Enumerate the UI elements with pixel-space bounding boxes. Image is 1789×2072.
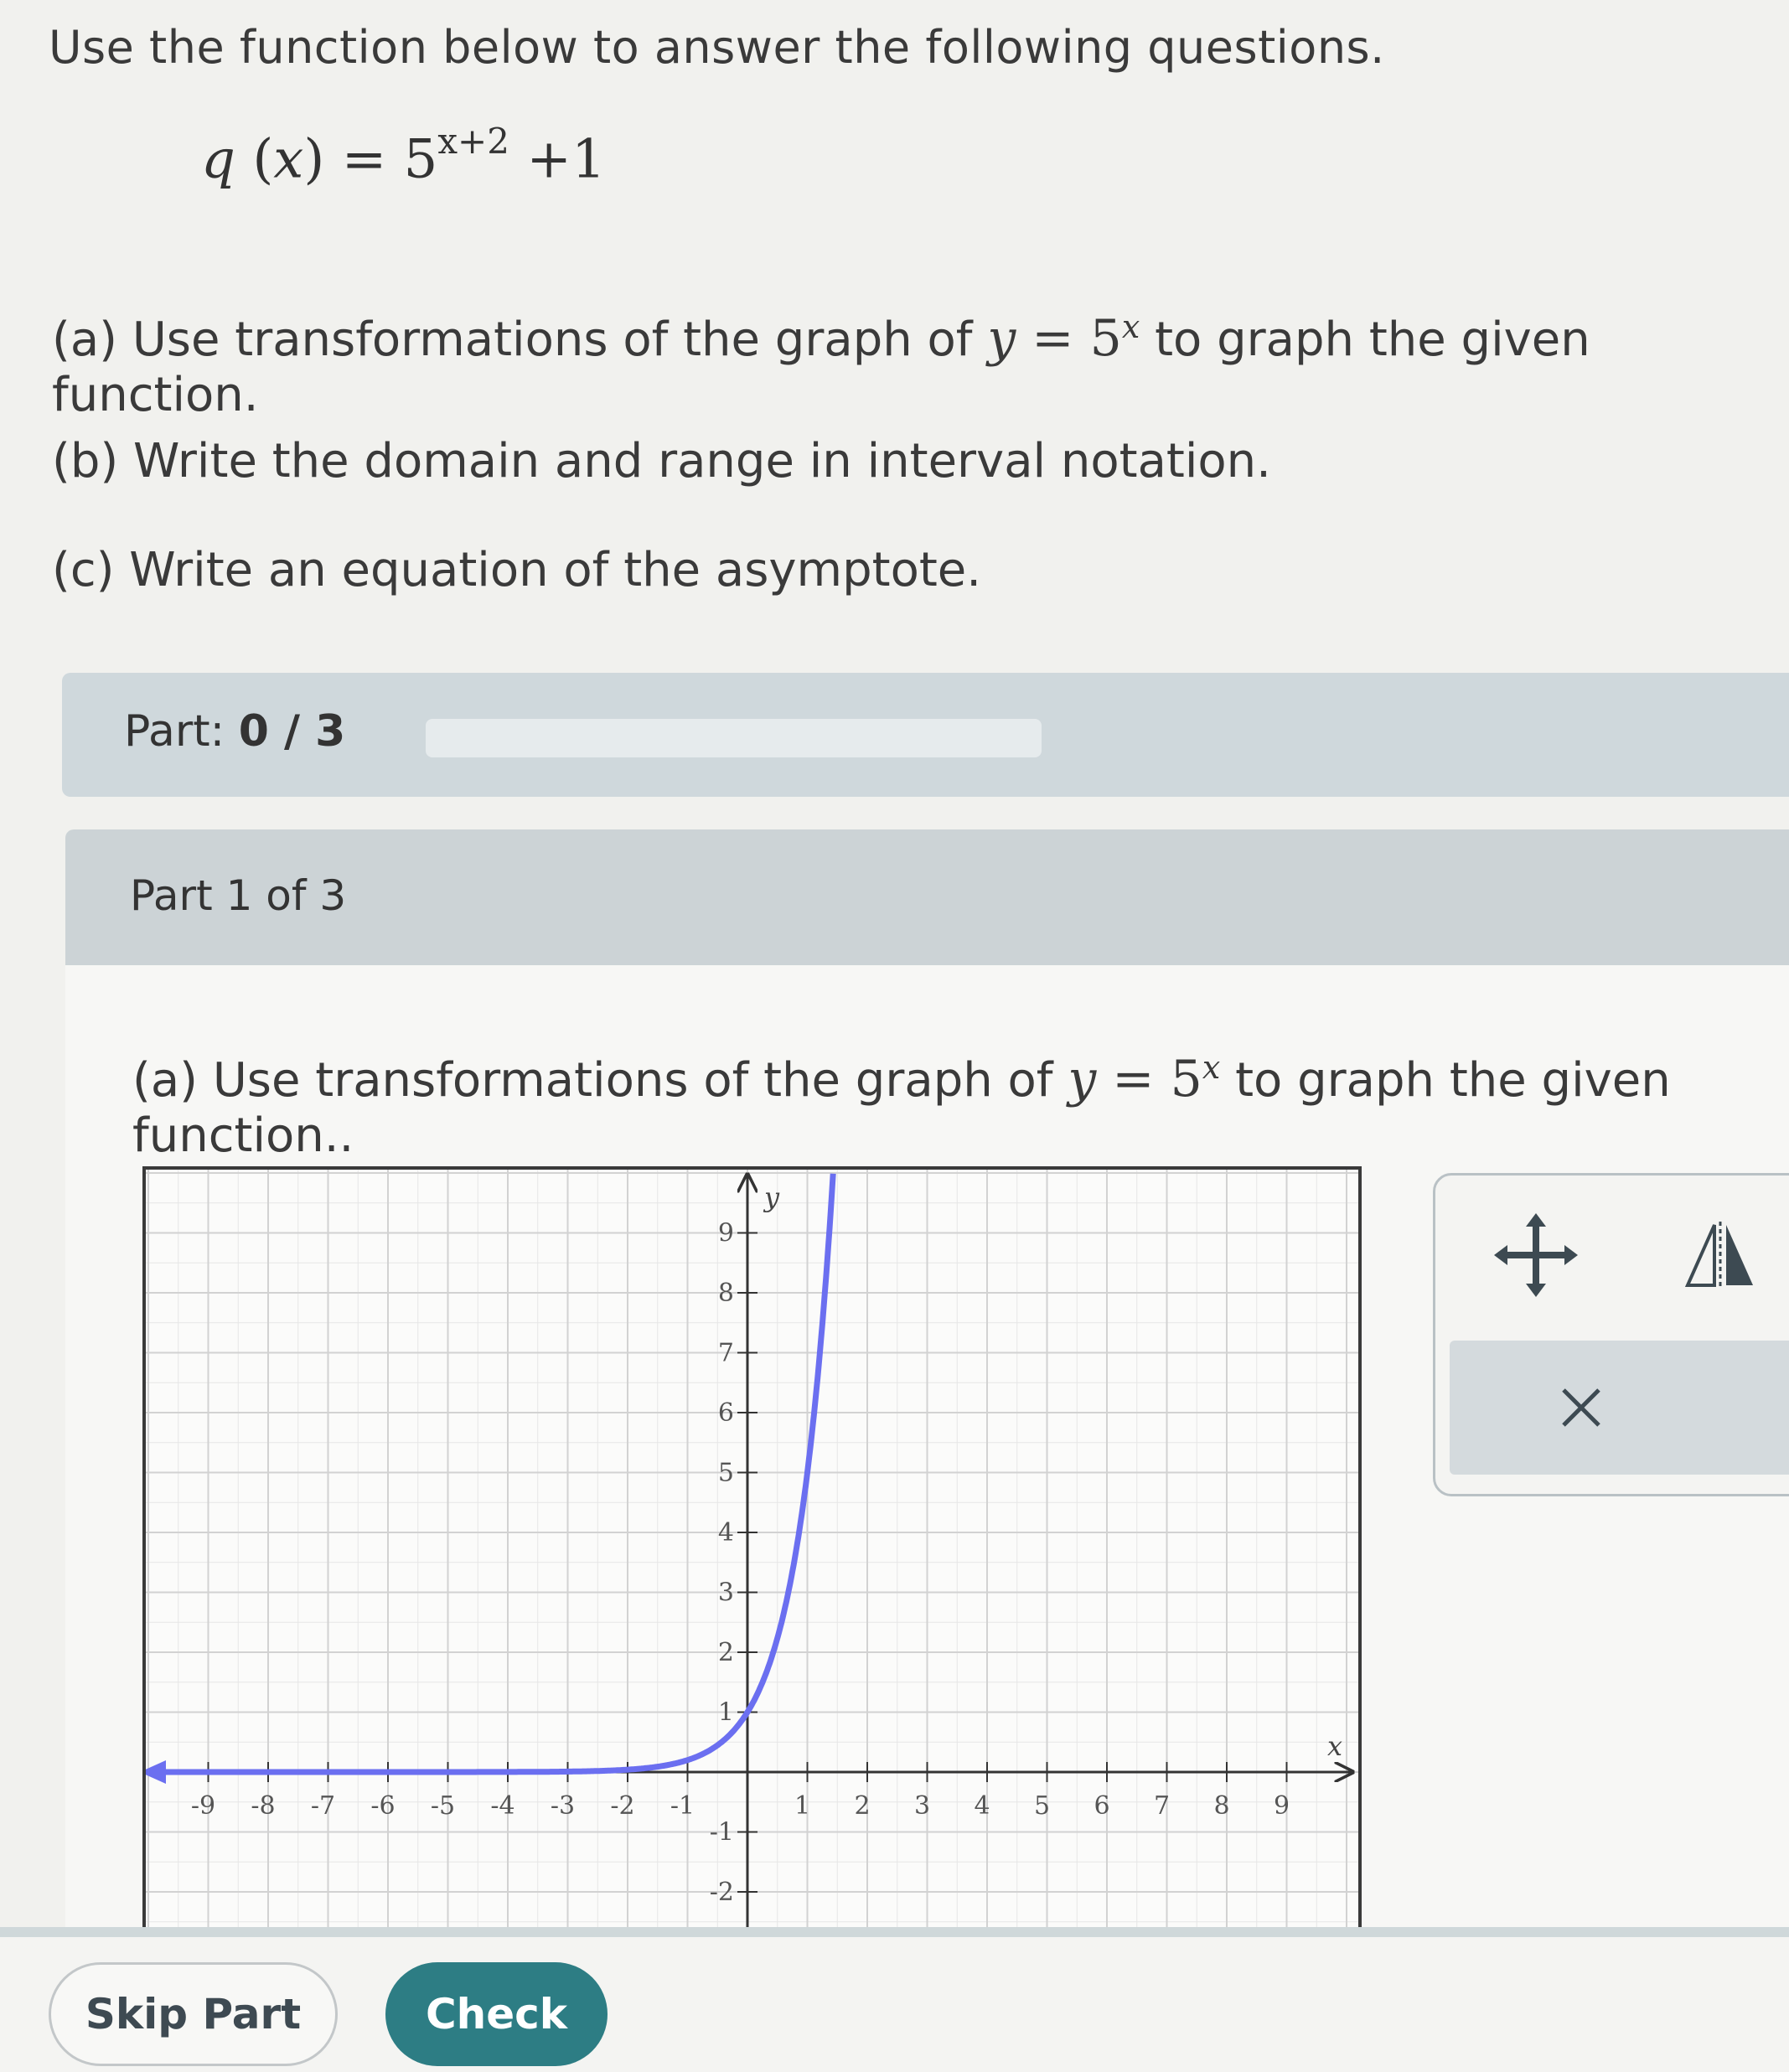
y-axis-label: y: [763, 1181, 780, 1213]
tools-delete-area: [1450, 1341, 1789, 1475]
progress-value: 0 / 3: [238, 706, 346, 757]
x-tick-label: -9: [191, 1791, 215, 1821]
x-tick-label: -5: [431, 1791, 455, 1821]
y-tick-label: 4: [718, 1518, 734, 1548]
progress-track: [426, 719, 1042, 757]
x-tick-label: 9: [1274, 1791, 1290, 1821]
x-tick-label: -3: [551, 1791, 575, 1821]
question-c: (c) Write an equation of the asymptote.: [52, 543, 982, 597]
reflect-icon[interactable]: [1684, 1222, 1756, 1292]
y-tick-label: 6: [718, 1398, 734, 1428]
part-question: (a) Use transformations of the graph of …: [132, 1049, 1671, 1163]
x-tick-label: -6: [370, 1791, 395, 1821]
x-tick-label: -4: [490, 1791, 514, 1821]
formula-base: 5: [403, 128, 438, 191]
formula-exponent: x+2: [437, 121, 509, 162]
close-icon[interactable]: [1560, 1387, 1602, 1432]
y-tick-label: 1: [718, 1698, 734, 1728]
x-tick-label: -7: [311, 1791, 335, 1821]
x-tick-label: 5: [1034, 1791, 1050, 1821]
x-tick-label: 6: [1094, 1791, 1109, 1821]
question-a-prefix: (a) Use transformations of the graph of: [52, 313, 973, 367]
x-tick-label: 4: [974, 1791, 990, 1821]
part-base-function: y = 5x: [1068, 1049, 1221, 1108]
x-tick-label: 7: [1154, 1791, 1170, 1821]
x-axis-label: x: [1327, 1730, 1342, 1762]
y-tick-label: 5: [718, 1459, 734, 1488]
y-tick-label: 3: [718, 1579, 734, 1608]
formula-tail: +1: [526, 128, 606, 191]
footer-divider: [0, 1927, 1789, 1937]
question-a: (a) Use transformations of the graph of …: [52, 308, 1789, 422]
x-tick-label: -8: [251, 1791, 275, 1821]
function-formula: q (x) = 5x+2 +1: [201, 121, 606, 191]
x-tick-label: -1: [670, 1791, 695, 1821]
y-tick-label: -1: [710, 1818, 734, 1847]
graph-svg[interactable]: -9 -8 -7 -6 -5 -4 -3 -2 -1 1 2 3 4 5 6 7 8 9 9 8 7 6 5 4 3 2 1 -1 -2…: [139, 1170, 1358, 1954]
function-name: q: [201, 128, 235, 191]
part-header-label: Part 1 of 3: [130, 871, 347, 920]
x-tick-label: 8: [1213, 1791, 1229, 1821]
instructions: Use the function below to answer the fol…: [49, 21, 1385, 74]
y-tick-label: 2: [718, 1638, 734, 1667]
y-tick-label: -2: [710, 1878, 734, 1907]
x-tick-label: 1: [794, 1791, 810, 1821]
progress-label: Part: 0 / 3: [124, 706, 346, 757]
y-tick-label: 7: [718, 1339, 734, 1368]
x-tick-label: 3: [914, 1791, 930, 1821]
base-function: y = 5x: [987, 308, 1140, 368]
question-b: (b) Write the domain and range in interv…: [52, 434, 1271, 488]
y-tick-label: 9: [718, 1219, 734, 1248]
y-tick-label: 8: [718, 1279, 734, 1308]
check-button[interactable]: Check: [385, 1962, 608, 2066]
function-arg: x: [273, 128, 304, 191]
x-tick-label: -2: [610, 1791, 634, 1821]
skip-part-button[interactable]: Skip Part: [49, 1962, 338, 2066]
graph-canvas[interactable]: -9 -8 -7 -6 -5 -4 -3 -2 -1 1 2 3 4 5 6 7 8 9 9 8 7 6 5 4 3 2 1 -1 -2…: [139, 1166, 1362, 1954]
x-tick-label: 2: [854, 1791, 870, 1821]
move-arrows-icon[interactable]: [1494, 1213, 1578, 1300]
